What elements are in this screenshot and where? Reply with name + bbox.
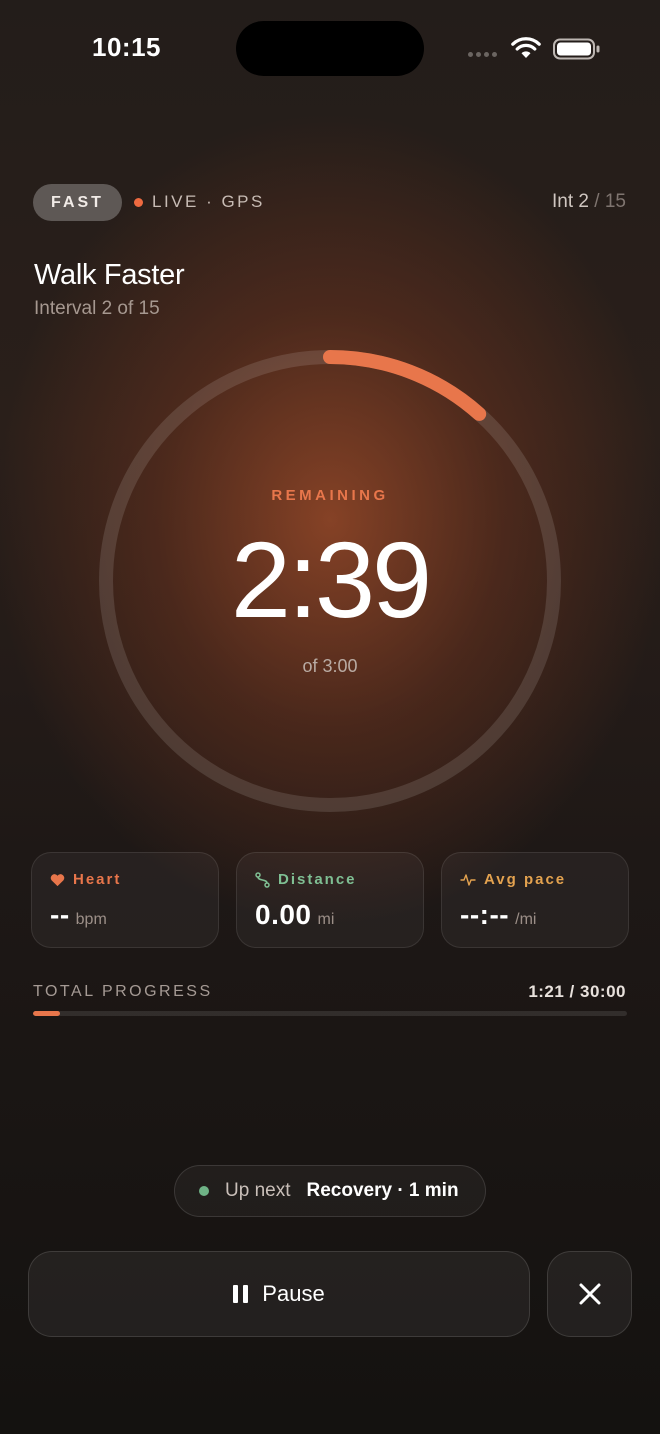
up-next-chip: Up next Recovery · 1 min [174,1165,486,1217]
avg-pace-value-row: --:-- /mi [460,899,536,931]
distance-unit: mi [317,911,335,928]
heart-icon [50,873,65,886]
up-next-dot [199,1186,209,1196]
interval-total: / 15 [589,191,626,212]
route-icon [255,871,270,888]
total-progress-value: 1:21 / 30:00 [528,982,626,1001]
heart-rate-label: Heart [73,871,122,888]
cellular-signal-icon [468,52,497,57]
heart-rate-label-row: Heart [50,871,121,888]
close-icon [579,1283,600,1305]
avg-pace-value: --:-- [460,899,510,930]
mode-badge: FAST [33,184,122,221]
avg-pace-card: Avg pace --:-- /mi [441,852,629,948]
live-gps-status: LIVE · GPS [152,192,265,211]
total-progress-label: TOTAL PROGRESS [33,983,213,1000]
distance-value: 0.00 [255,899,312,930]
pause-button-label: Pause [262,1281,325,1306]
remaining-label: REMAINING [271,487,389,504]
up-next-value: Recovery · 1 min [306,1180,459,1201]
distance-card: Distance 0.00 mi [236,852,424,948]
pulse-icon [460,873,476,886]
pause-icon [233,1285,249,1303]
total-progress-fill [33,1011,60,1016]
heart-rate-value-row: -- bpm [50,899,107,931]
workout-title: Walk Faster [34,259,185,291]
heart-rate-value: -- [50,899,70,930]
distance-value-row: 0.00 mi [255,899,334,931]
avg-pace-label: Avg pace [484,871,567,888]
dynamic-island [236,21,424,76]
distance-label-row: Distance [255,871,357,888]
heart-rate-card: Heart -- bpm [31,852,219,948]
battery-icon [553,38,601,65]
heart-rate-unit: bpm [75,911,107,928]
end-workout-button[interactable] [547,1251,632,1337]
interval-current: Int 2 [552,191,590,212]
interval-duration: of 3:00 [302,656,358,676]
distance-label: Distance [278,871,357,888]
live-indicator-dot [134,198,143,207]
avg-pace-label-row: Avg pace [460,871,566,888]
wifi-icon [510,36,542,65]
total-progress-bar [33,1011,627,1016]
interval-counter: Int 2 / 15 [552,191,626,213]
avg-pace-unit: /mi [515,911,537,928]
status-time: 10:15 [92,32,161,62]
up-next-label: Up next [225,1180,291,1201]
workout-subtitle: Interval 2 of 15 [34,298,160,319]
pause-button[interactable]: Pause [28,1251,530,1337]
remaining-time: 2:39 [230,519,432,640]
